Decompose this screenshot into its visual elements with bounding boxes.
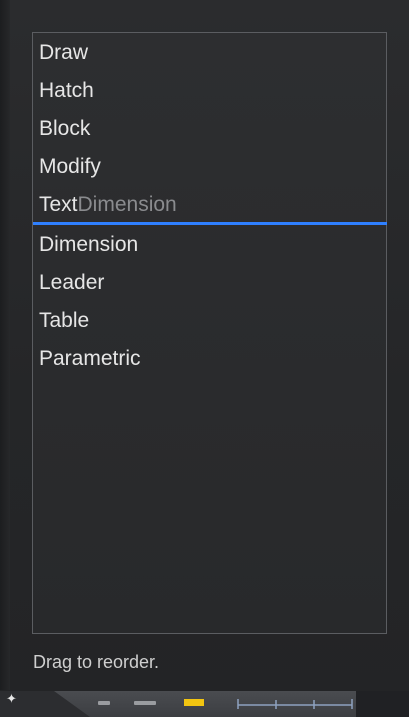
drop-indicator: [33, 222, 387, 225]
toolbar-icon-1[interactable]: [98, 701, 110, 705]
list-item-text[interactable]: TextDimension: [39, 193, 177, 217]
list-item-modify[interactable]: Modify: [39, 155, 101, 179]
list-item-dimension[interactable]: Dimension: [39, 233, 138, 257]
list-item-parametric[interactable]: Parametric: [39, 347, 141, 371]
list-item-draw[interactable]: Draw: [39, 41, 88, 65]
reorder-list[interactable]: Draw Hatch Block Modify TextDimension Di…: [32, 32, 387, 634]
drag-hint: Drag to reorder.: [33, 652, 160, 672]
list-item-block[interactable]: Block: [39, 117, 90, 141]
left-edge: [0, 0, 10, 690]
bottom-toolbar: ✦: [0, 691, 409, 717]
yellow-toolbar-icon[interactable]: [184, 699, 204, 706]
list-item-leader[interactable]: Leader: [39, 271, 104, 295]
list-item-table[interactable]: Table: [39, 309, 89, 333]
toolbar-icon-2[interactable]: [134, 701, 156, 705]
toolbar-right-area: [356, 691, 409, 717]
plus-icon[interactable]: ✦: [6, 692, 17, 706]
drag-ghost-label: Dimension: [77, 193, 177, 216]
list-item-text-label: Text: [39, 193, 78, 216]
reorder-panel: Draw Hatch Block Modify TextDimension Di…: [0, 0, 409, 717]
ruler-icon[interactable]: [236, 697, 356, 711]
list-item-hatch[interactable]: Hatch: [39, 79, 94, 103]
